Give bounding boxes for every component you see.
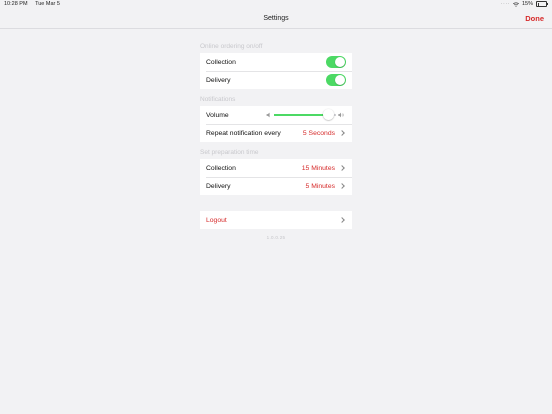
logout-label: Logout <box>206 216 227 224</box>
settings-content: Online ordering on/off Collection Delive… <box>200 36 352 240</box>
wifi-icon <box>513 1 519 7</box>
repeat-notification-row[interactable]: Repeat notification every 5 Seconds <box>200 124 352 142</box>
status-right: ···· 15% <box>500 1 548 7</box>
navigation-bar: Settings Done <box>0 10 552 29</box>
prep-delivery-label: Delivery <box>206 182 231 190</box>
status-bar: 10:28 PM Tue Mar 5 ···· 15% <box>0 0 552 10</box>
battery-percent: 15% <box>521 1 533 7</box>
section-header-notifications: Notifications <box>200 96 236 103</box>
status-left: 10:28 PM Tue Mar 5 <box>4 1 60 7</box>
chevron-right-icon <box>339 183 345 189</box>
prep-collection-row[interactable]: Collection 15 Minutes <box>200 159 352 177</box>
volume-row: Volume <box>200 106 352 124</box>
repeat-notification-value: 5 Seconds <box>302 129 335 137</box>
toggle-knob <box>335 75 345 85</box>
volume-slider[interactable] <box>274 109 336 121</box>
delivery-toggle-label: Delivery <box>206 76 231 84</box>
chevron-right-icon <box>339 165 345 171</box>
status-time: 10:28 PM <box>4 1 28 7</box>
account-group: Logout <box>200 211 352 229</box>
battery-icon <box>536 1 548 7</box>
speaker-low-icon <box>266 112 270 118</box>
volume-slider-thumb[interactable] <box>323 109 335 121</box>
logout-row[interactable]: Logout <box>200 211 352 229</box>
collection-toggle[interactable] <box>326 56 346 68</box>
prep-delivery-row[interactable]: Delivery 5 Minutes <box>200 177 352 195</box>
done-button[interactable]: Done <box>525 14 544 23</box>
section-header-ordering: Online ordering on/off <box>200 43 263 50</box>
delivery-toggle-row: Delivery <box>200 71 352 89</box>
delivery-toggle[interactable] <box>326 74 346 86</box>
section-header-prep: Set preparation time <box>200 149 259 156</box>
volume-slider-fill <box>274 114 329 116</box>
prep-collection-value: 15 Minutes <box>301 164 335 172</box>
repeat-notification-label: Repeat notification every <box>206 129 281 137</box>
collection-toggle-row: Collection <box>200 53 352 71</box>
multitask-dots-icon: ···· <box>500 1 510 7</box>
collection-toggle-label: Collection <box>206 58 236 66</box>
prep-collection-label: Collection <box>206 164 236 172</box>
app-version: 1.0.0.25 <box>266 235 286 240</box>
notifications-group: Volume Repeat notification every 5 Secon… <box>200 106 352 142</box>
volume-label: Volume <box>206 111 229 119</box>
prep-group: Collection 15 Minutes Delivery 5 Minutes <box>200 159 352 195</box>
volume-slider-wrap <box>264 109 346 121</box>
prep-delivery-value: 5 Minutes <box>305 182 335 190</box>
toggle-knob <box>335 57 345 67</box>
page-title: Settings <box>263 15 289 22</box>
chevron-right-icon <box>339 217 345 223</box>
speaker-high-icon <box>338 112 344 118</box>
status-date: Tue Mar 5 <box>35 1 60 7</box>
chevron-right-icon <box>339 130 345 136</box>
ordering-group: Collection Delivery <box>200 53 352 89</box>
